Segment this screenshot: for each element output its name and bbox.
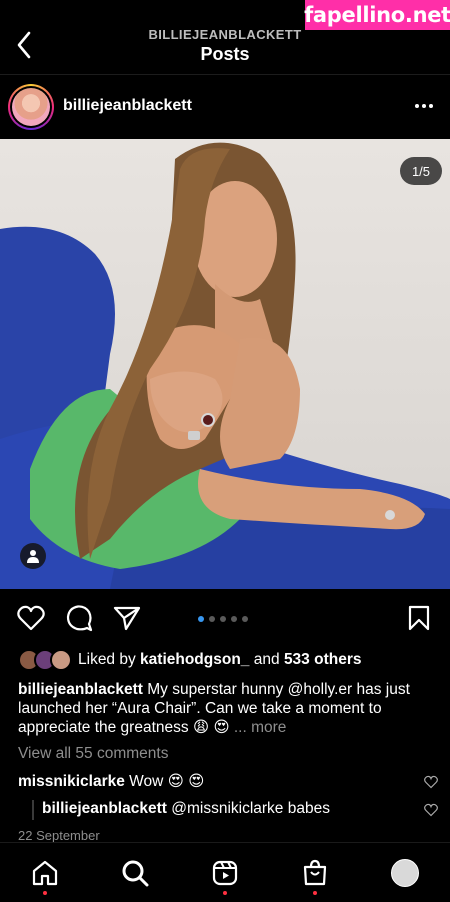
comment-heart-icon[interactable] [424,775,438,789]
nav-reels[interactable] [209,857,241,895]
comment-icon [66,605,93,632]
notification-dot [313,891,317,895]
more-horizontal-icon [415,104,419,108]
bookmark-icon [408,605,430,631]
search-icon [122,860,149,887]
likes-prefix: Liked by [78,651,136,668]
heart-icon [17,605,45,631]
carousel-dot [220,616,226,622]
bottom-nav [0,842,450,902]
divider [0,74,450,75]
notification-dot [223,891,227,895]
person-icon [27,550,39,563]
caption-more-link[interactable]: ... more [234,719,287,736]
notification-dot [43,891,47,895]
view-all-comments-link[interactable]: View all 55 comments [18,745,168,763]
save-button[interactable] [404,603,434,633]
watermark: fapellino.net [304,0,450,30]
nav-home[interactable] [29,857,61,895]
reply-text: @missnikiclarke babes [171,800,330,817]
shopping-bag-icon [303,859,327,886]
carousel-indicator [198,616,248,622]
post-username[interactable]: billiejeanblackett [63,97,192,115]
likes-row[interactable]: Liked by katiehodgson_ and 533 others [18,648,361,672]
like-button[interactable] [16,603,46,633]
post-header: billiejeanblackett [0,82,450,132]
send-icon [113,606,141,631]
reels-icon [212,860,238,886]
carousel-dot [209,616,215,622]
photo-illustration [0,142,450,589]
profile-avatar [391,859,419,887]
liked-by-user[interactable]: katiehodgson_ [140,651,249,669]
reply-username[interactable]: billiejeanblackett [42,800,167,817]
likes-others[interactable]: 533 others [284,651,362,669]
carousel-counter: 1/5 [400,157,442,185]
reply-indicator [32,800,34,820]
tagged-people-button[interactable] [20,543,46,569]
nav-search[interactable] [119,857,151,889]
comment-username[interactable]: missnikiclarke [18,773,125,790]
likes-middle: and [253,651,280,668]
carousel-dot [242,616,248,622]
avatar[interactable] [8,84,54,130]
nav-shop[interactable] [299,857,331,895]
post-actions [0,600,450,636]
post-date: 22 September [18,828,100,843]
comment-text: Wow 😍 😍 [129,773,205,790]
reply-heart-icon[interactable] [424,803,438,817]
liker-avatars [18,649,72,671]
carousel-dot-active [198,616,204,622]
comment-button[interactable] [64,603,94,633]
caption: billiejeanblackett My superstar hunny @h… [18,680,438,737]
caption-username[interactable]: billiejeanblackett [18,681,143,698]
share-button[interactable] [112,603,142,633]
more-options-button[interactable] [412,94,436,118]
comment-row: missnikiclarke Wow 😍 😍 [18,772,438,791]
post-image[interactable]: 1/5 [0,139,450,589]
home-icon [32,860,58,886]
page-title: Posts [200,44,250,64]
reply-row: billiejeanblackett @missnikiclarke babes [18,800,438,820]
nav-profile[interactable] [389,857,421,889]
carousel-dot [231,616,237,622]
